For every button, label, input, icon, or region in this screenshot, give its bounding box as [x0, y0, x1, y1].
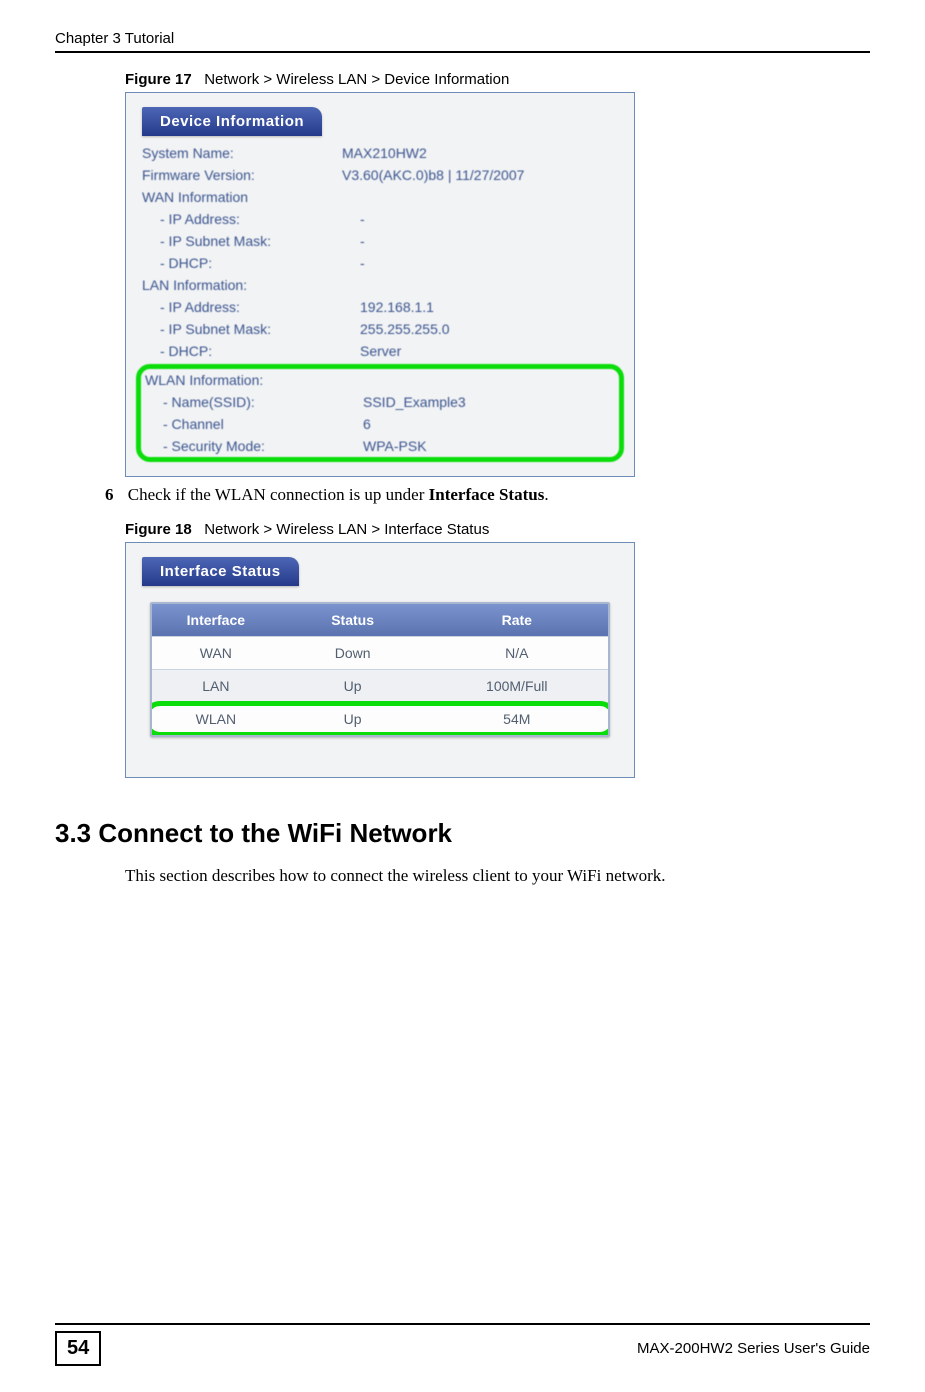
- wan-dhcp-value: -: [360, 252, 618, 274]
- cell-wlan-interface: WLAN: [152, 703, 280, 735]
- device-info-panel: Device Information System Name: MAX210HW…: [125, 92, 635, 477]
- figure-17-caption: Figure 17 Network > Wireless LAN > Devic…: [125, 71, 870, 88]
- step-6-number: 6: [105, 485, 114, 504]
- wan-ip-value: -: [360, 208, 618, 230]
- cell-wan-rate: N/A: [426, 637, 608, 669]
- cell-lan-rate: 100M/Full: [426, 670, 608, 702]
- firmware-label: Firmware Version:: [142, 164, 342, 186]
- cell-wan-status: Down: [280, 637, 426, 669]
- wlan-channel-label: - Channel: [145, 413, 363, 435]
- lan-ip-label: - IP Address:: [142, 296, 360, 318]
- cell-wan-interface: WAN: [152, 637, 280, 669]
- device-info-tab: Device Information: [142, 107, 322, 136]
- top-divider: [55, 51, 870, 53]
- guide-name: MAX-200HW2 Series User's Guide: [637, 1340, 870, 1357]
- figure-17-label: Figure 17: [125, 71, 192, 88]
- section-3-3-body: This section describes how to connect th…: [125, 866, 870, 886]
- figure-18-caption: Figure 18 Network > Wireless LAN > Inter…: [125, 521, 870, 538]
- step-6-text-after: .: [544, 485, 548, 504]
- cell-lan-status: Up: [280, 670, 426, 702]
- wlan-highlight: WLAN Information: - Name(SSID): SSID_Exa…: [136, 364, 624, 462]
- wan-header: WAN Information: [142, 186, 342, 208]
- page-header: Chapter 3 Tutorial: [55, 30, 870, 47]
- figure-18-text: Network > Wireless LAN > Interface Statu…: [204, 521, 489, 538]
- step-6-text-before: Check if the WLAN connection is up under: [128, 485, 429, 504]
- head-interface: Interface: [152, 604, 280, 636]
- table-row: WAN Down N/A: [152, 636, 608, 669]
- status-table-head: Interface Status Rate: [152, 604, 608, 636]
- interface-status-tab: Interface Status: [142, 557, 299, 586]
- cell-wlan-rate: 54M: [426, 703, 608, 735]
- sys-name-value: MAX210HW2: [342, 142, 618, 164]
- figure-18-label: Figure 18: [125, 521, 192, 538]
- sys-name-label: System Name:: [142, 142, 342, 164]
- section-3-3-heading: 3.3 Connect to the WiFi Network: [55, 818, 870, 849]
- wlan-ssid-label: - Name(SSID):: [145, 391, 363, 413]
- wlan-ssid-value: SSID_Example3: [363, 391, 615, 413]
- page-number: 54: [55, 1331, 101, 1366]
- wan-mask-label: - IP Subnet Mask:: [142, 230, 360, 252]
- lan-dhcp-label: - DHCP:: [142, 340, 360, 362]
- wan-mask-value: -: [360, 230, 618, 252]
- cell-wlan-status: Up: [280, 703, 426, 735]
- wlan-sec-value: WPA-PSK: [363, 435, 615, 457]
- chapter-title: Chapter 3 Tutorial: [55, 30, 174, 47]
- lan-header: LAN Information:: [142, 274, 342, 296]
- bottom-divider: [55, 1323, 870, 1325]
- lan-ip-value: 192.168.1.1: [360, 296, 618, 318]
- lan-dhcp-value: Server: [360, 340, 618, 362]
- wlan-sec-label: - Security Mode:: [145, 435, 363, 457]
- head-status: Status: [280, 604, 426, 636]
- step-6-bold: Interface Status: [429, 485, 545, 504]
- lan-mask-value: 255.255.255.0: [360, 318, 618, 340]
- wlan-header: WLAN Information:: [145, 369, 345, 391]
- lan-mask-label: - IP Subnet Mask:: [142, 318, 360, 340]
- wan-dhcp-label: - DHCP:: [142, 252, 360, 274]
- table-row: LAN Up 100M/Full: [152, 669, 608, 702]
- cell-lan-interface: LAN: [152, 670, 280, 702]
- wan-ip-label: - IP Address:: [142, 208, 360, 230]
- wlan-channel-value: 6: [363, 413, 615, 435]
- status-table: Interface Status Rate WAN Down N/A LAN U…: [150, 602, 610, 737]
- firmware-value: V3.60(AKC.0)b8 | 11/27/2007: [342, 164, 618, 186]
- figure-17-text: Network > Wireless LAN > Device Informat…: [204, 71, 509, 88]
- interface-status-panel: Interface Status Interface Status Rate W…: [125, 542, 635, 778]
- head-rate: Rate: [426, 604, 608, 636]
- step-6: 6 Check if the WLAN connection is up und…: [125, 485, 870, 505]
- table-row-wlan-highlight: WLAN Up 54M: [152, 702, 608, 735]
- page-footer: 54 MAX-200HW2 Series User's Guide: [55, 1323, 870, 1366]
